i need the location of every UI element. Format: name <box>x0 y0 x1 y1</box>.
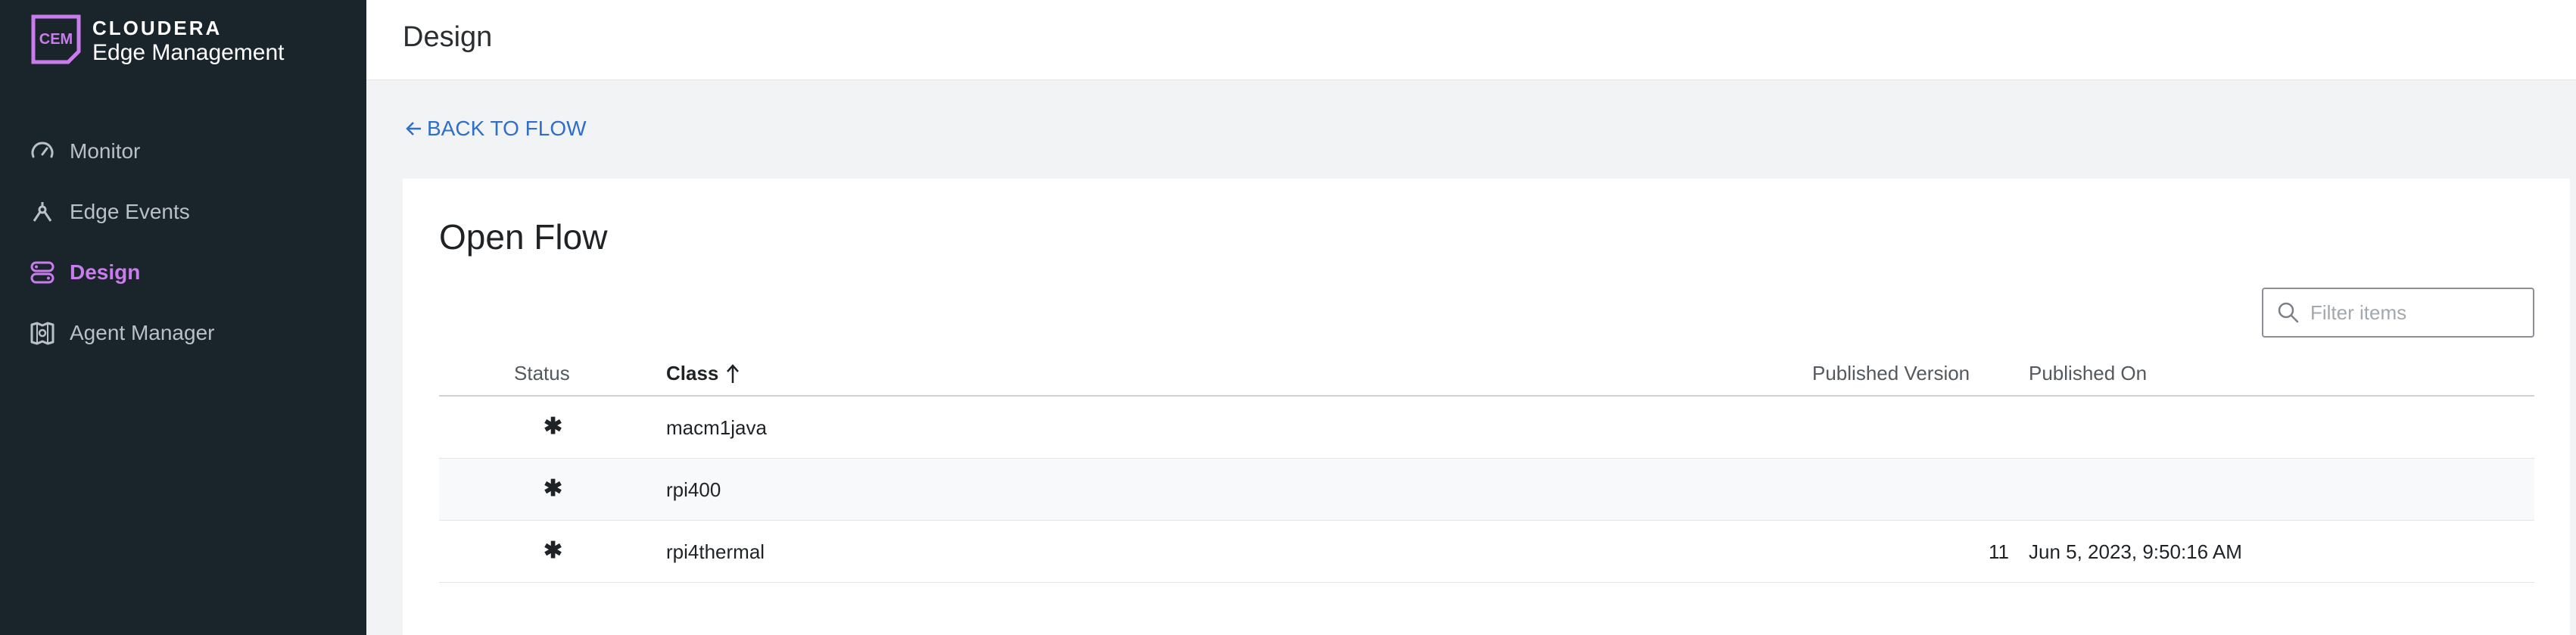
row-published-version: 11 <box>1989 540 2009 563</box>
sidebar-item-monitor[interactable]: Monitor <box>0 121 366 182</box>
app-logo[interactable]: CEM CLOUDERA Edge Management <box>30 14 285 67</box>
row-class: macm1java <box>666 416 767 439</box>
column-header-published-on[interactable]: Published On <box>2029 362 2147 385</box>
page-title: Design <box>403 21 493 53</box>
row-class: rpi4thermal <box>666 540 765 563</box>
column-header-published-version[interactable]: Published Version <box>1812 362 1970 385</box>
gauge-icon <box>29 138 56 165</box>
arrow-left-icon <box>406 122 421 135</box>
row-published-on: Jun 5, 2023, 9:50:16 AM <box>2029 540 2242 563</box>
page-header: Design <box>366 0 2576 80</box>
sidebar-item-label: Agent Manager <box>70 321 215 344</box>
product-name: Edge Management <box>92 40 285 65</box>
sidebar-item-label: Monitor <box>70 139 141 163</box>
filter-input[interactable] <box>2310 300 2530 325</box>
sidebar-item-design[interactable]: Design <box>0 242 366 303</box>
status-asterisk-icon: ✱ <box>544 414 563 439</box>
search-icon <box>2278 302 2299 323</box>
open-flow-card: Open Flow Status Class Published Version… <box>403 179 2570 635</box>
agent-manager-icon <box>29 319 56 347</box>
flows-table: Status Class Published Version Published… <box>439 348 2534 583</box>
row-class: rpi400 <box>666 478 721 501</box>
cem-logo-icon: CEM <box>30 14 83 67</box>
status-asterisk-icon: ✱ <box>544 476 563 501</box>
brand-name: CLOUDERA <box>92 17 223 39</box>
table-header: Status Class Published Version Published… <box>439 348 2534 397</box>
table-row[interactable]: ✱ macm1java <box>439 397 2534 459</box>
back-to-flow-label: BACK TO FLOW <box>427 117 587 140</box>
sidebar-nav: Monitor Edge Events Design Agent Manager <box>0 121 366 363</box>
column-header-status[interactable]: Status <box>514 362 570 385</box>
back-to-flow-link[interactable]: BACK TO FLOW <box>404 117 587 141</box>
sidebar-item-label: Edge Events <box>70 200 190 223</box>
event-nodes-icon <box>29 198 56 226</box>
sidebar-item-label: Design <box>70 260 141 284</box>
filter-box <box>2262 288 2534 338</box>
column-header-class[interactable]: Class <box>666 362 741 385</box>
card-title: Open Flow <box>439 217 608 257</box>
sort-ascending-icon <box>727 363 740 383</box>
column-header-class-label: Class <box>666 362 719 384</box>
table-row[interactable]: ✱ rpi4thermal 11 Jun 5, 2023, 9:50:16 AM <box>439 521 2534 583</box>
sidebar-item-edge-events[interactable]: Edge Events <box>0 182 366 242</box>
sidebar: CEM CLOUDERA Edge Management Monitor Edg… <box>0 0 366 635</box>
table-row[interactable]: ✱ rpi400 <box>439 459 2534 521</box>
status-asterisk-icon: ✱ <box>544 538 563 563</box>
svg-text:CEM: CEM <box>39 31 73 48</box>
sidebar-item-agent-manager[interactable]: Agent Manager <box>0 303 366 363</box>
design-flow-icon <box>29 259 56 286</box>
